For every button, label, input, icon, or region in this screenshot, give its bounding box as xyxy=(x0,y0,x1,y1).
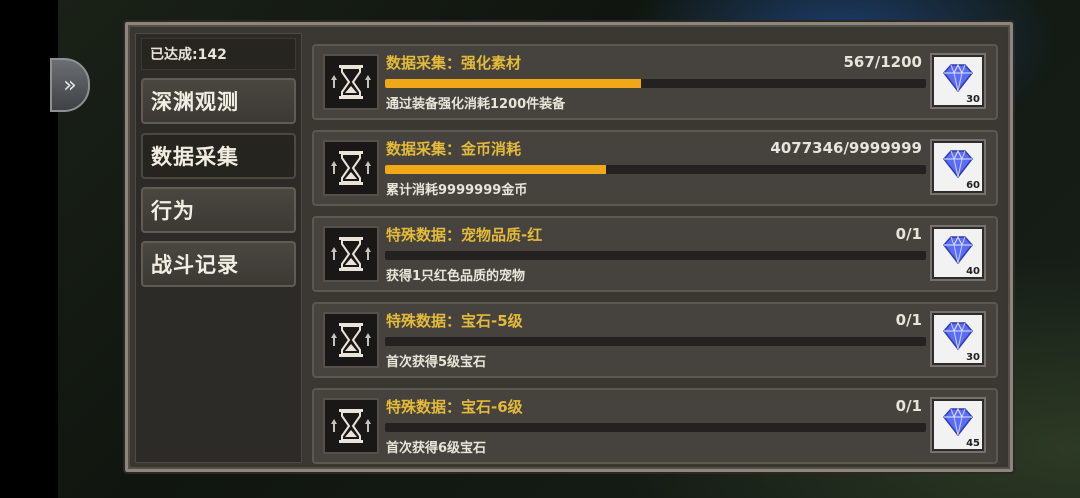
achievement-title: 特殊数据：宝石-6级 xyxy=(386,398,523,416)
achievement-title: 数据采集：金币消耗 xyxy=(386,140,522,158)
achievement-description: 通过装备强化消耗1200件装备 xyxy=(386,97,566,112)
achievement-title: 特殊数据：宠物品质-红 xyxy=(386,226,543,244)
achievement-description: 累计消耗9999999金币 xyxy=(386,183,528,198)
tab-data-collection[interactable]: 数据采集 xyxy=(141,133,296,179)
achievement-progress-bar xyxy=(385,423,926,432)
achievement-progress-bar xyxy=(385,251,926,260)
diamond-icon xyxy=(940,321,976,355)
reward-button[interactable]: 45 xyxy=(932,399,984,451)
reward-button[interactable]: 40 xyxy=(932,227,984,279)
achievement-card: 特殊数据：宠物品质-红 0/1 获得1只红色品质的宠物 40 xyxy=(312,216,998,292)
achievement-description: 首次获得6级宝石 xyxy=(386,441,487,456)
diamond-icon xyxy=(940,407,976,441)
achievement-description: 获得1只红色品质的宠物 xyxy=(386,269,526,284)
hourglass-icon xyxy=(323,312,379,368)
achievement-description: 首次获得5级宝石 xyxy=(386,355,487,370)
achievement-progress-bar xyxy=(385,165,926,174)
reward-count: 45 xyxy=(966,438,980,449)
reward-count: 60 xyxy=(966,180,980,191)
reward-count: 40 xyxy=(966,266,980,277)
diamond-icon xyxy=(940,63,976,97)
achievement-title: 特殊数据：宝石-5级 xyxy=(386,312,523,330)
achievement-card: 数据采集：金币消耗 4077346/9999999 累计消耗9999999金币 … xyxy=(312,130,998,206)
diamond-icon xyxy=(940,235,976,269)
achievement-progress-bar xyxy=(385,337,926,346)
achievement-card: 数据采集：强化素材 567/1200 通过装备强化消耗1200件装备 30 xyxy=(312,44,998,120)
achievement-title: 数据采集：强化素材 xyxy=(386,54,522,72)
hourglass-icon xyxy=(323,54,379,110)
hourglass-icon xyxy=(323,140,379,196)
achievement-progress-text: 0/1 xyxy=(895,311,922,329)
achievement-progress-bar xyxy=(385,79,926,88)
tab-behavior[interactable]: 行为 xyxy=(141,187,296,233)
reward-count: 30 xyxy=(966,94,980,105)
achievement-progress-text: 4077346/9999999 xyxy=(770,139,922,157)
tab-abyss-observation[interactable]: 深渊观测 xyxy=(141,78,296,124)
tab-battle-record[interactable]: 战斗记录 xyxy=(141,241,296,287)
achievement-progress-text: 0/1 xyxy=(895,397,922,415)
achievement-card: 特殊数据：宝石-5级 0/1 首次获得5级宝石 30 xyxy=(312,302,998,378)
progress-bar-fill xyxy=(385,165,606,174)
chevron-right-icon: » xyxy=(63,72,77,98)
reward-button[interactable]: 30 xyxy=(932,55,984,107)
achievement-progress-text: 567/1200 xyxy=(843,53,922,71)
achievement-card: 特殊数据：宝石-6级 0/1 首次获得6级宝石 45 xyxy=(312,388,998,464)
progress-bar-fill xyxy=(385,79,641,88)
reward-button[interactable]: 60 xyxy=(932,141,984,193)
achievement-progress-text: 0/1 xyxy=(895,225,922,243)
reward-button[interactable]: 30 xyxy=(932,313,984,365)
reward-count: 30 xyxy=(966,352,980,363)
hourglass-icon xyxy=(323,398,379,454)
achieved-count: 已达成:142 xyxy=(141,38,296,70)
hourglass-icon xyxy=(323,226,379,282)
diamond-icon xyxy=(940,149,976,183)
